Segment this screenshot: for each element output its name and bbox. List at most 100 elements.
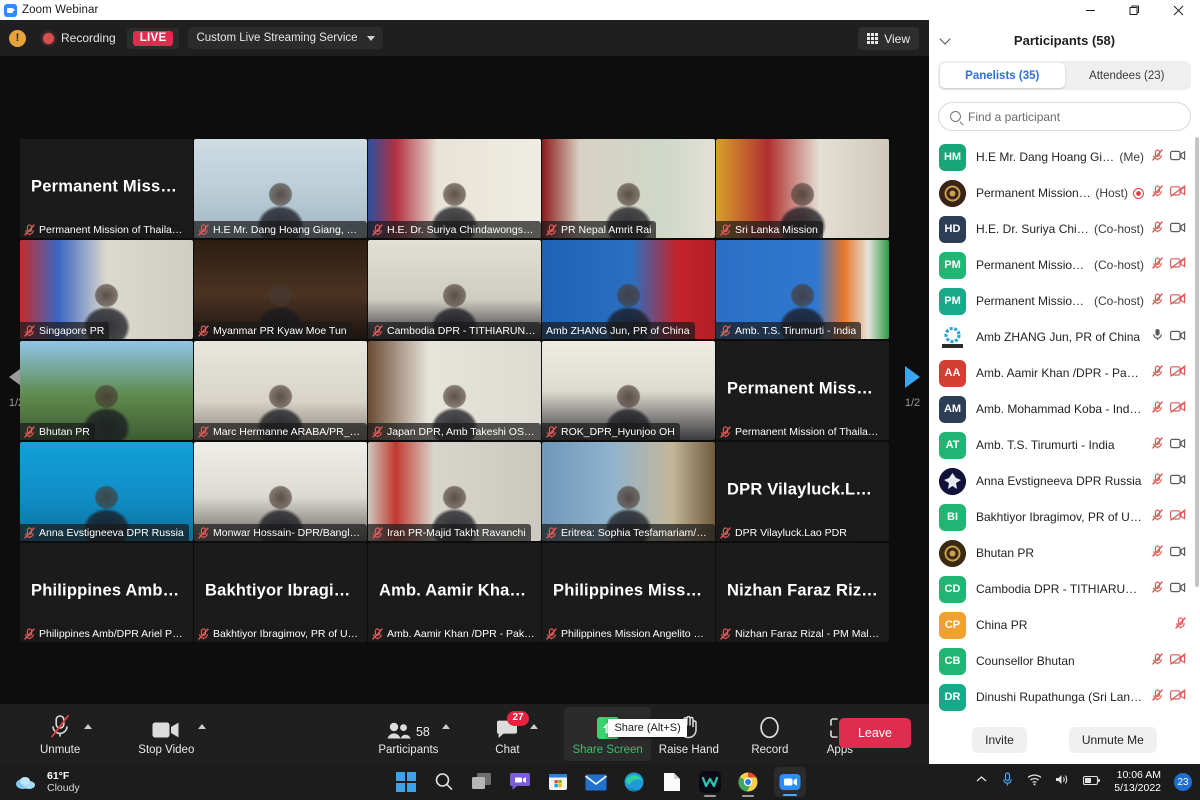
chat-button[interactable]: 27 Chat: [480, 704, 539, 764]
taskbar-chrome-icon[interactable]: [736, 770, 760, 797]
mic-muted-icon[interactable]: [1152, 544, 1163, 562]
video-on-icon[interactable]: [1170, 580, 1186, 598]
mic-on-icon[interactable]: [1152, 328, 1163, 346]
live-stream-service-dropdown[interactable]: Custom Live Streaming Service: [188, 27, 383, 49]
participant-row[interactable]: AA Amb. Aamir Khan /DPR - Pakist…: [929, 355, 1200, 391]
video-tile[interactable]: Japan DPR, Amb Takeshi OSU…: [368, 341, 541, 440]
mic-muted-icon[interactable]: [1152, 508, 1163, 526]
mic-muted-icon[interactable]: [1152, 472, 1163, 490]
video-tile[interactable]: PR Nepal Amrit Rai: [542, 139, 715, 238]
mic-muted-icon[interactable]: [1152, 580, 1163, 598]
video-tile[interactable]: Nizhan Faraz Riz… Nizhan Faraz Rizal - PM…: [716, 543, 889, 642]
participant-row[interactable]: HM H.E Mr. Dang Hoang Gian… (Me): [929, 139, 1200, 175]
taskbar-weather-widget[interactable]: 61°F Cloudy: [14, 770, 80, 794]
video-on-icon[interactable]: [1170, 148, 1186, 166]
chevron-up-icon[interactable]: [198, 724, 207, 729]
participant-row[interactable]: PM Permanent Mission o… (Co-host): [929, 283, 1200, 319]
close-button[interactable]: [1156, 0, 1200, 20]
video-off-icon[interactable]: [1170, 508, 1186, 526]
unmute-button[interactable]: Unmute: [32, 704, 93, 764]
mic-muted-icon[interactable]: [1152, 688, 1163, 706]
show-hidden-icons-icon[interactable]: [975, 773, 988, 791]
mic-muted-icon[interactable]: [1152, 436, 1163, 454]
participant-row[interactable]: CP China PR: [929, 607, 1200, 643]
invite-button[interactable]: Invite: [972, 726, 1027, 753]
taskbar-edge-icon[interactable]: [622, 770, 646, 794]
participant-row[interactable]: DR Dinushi Rupathunga (Sri Lanka): [929, 679, 1200, 715]
mic-muted-icon[interactable]: [1152, 220, 1163, 238]
video-tile[interactable]: Anna Evstigneeva DPR Russia: [20, 442, 193, 541]
video-on-icon[interactable]: [1170, 328, 1186, 346]
volume-icon[interactable]: [1055, 773, 1070, 791]
video-tile[interactable]: Permanent Miss… Permanent Mission of Thai…: [716, 341, 889, 440]
video-tile[interactable]: Myanmar PR Kyaw Moe Tun: [194, 240, 367, 339]
taskbar-start-button[interactable]: [394, 770, 418, 794]
video-tile[interactable]: Philippines Miss… Philippines Mission Ang…: [542, 543, 715, 642]
participant-list[interactable]: HM H.E Mr. Dang Hoang Gian… (Me) Permanent …: [929, 137, 1200, 715]
video-off-icon[interactable]: [1170, 184, 1186, 202]
taskbar-webex-icon[interactable]: [698, 770, 722, 797]
view-button[interactable]: View: [858, 27, 919, 50]
search-participant-input[interactable]: Find a participant: [938, 102, 1191, 131]
video-tile[interactable]: Marc Hermanne ARABA/PR_B…: [194, 341, 367, 440]
taskbar-search-icon[interactable]: [432, 770, 456, 794]
participants-button[interactable]: 58 Participants: [370, 704, 451, 764]
participant-row[interactable]: CB Counsellor Bhutan: [929, 643, 1200, 679]
stop-video-button[interactable]: Stop Video: [130, 704, 207, 764]
tab-panelists[interactable]: Panelists (35): [940, 63, 1065, 88]
video-tile[interactable]: Cambodia DPR - TITHIARUN …: [368, 240, 541, 339]
video-off-icon[interactable]: [1170, 688, 1186, 706]
mic-muted-icon[interactable]: [1152, 148, 1163, 166]
participant-row[interactable]: Anna Evstigneeva DPR Russia: [929, 463, 1200, 499]
video-tile[interactable]: Singapore PR: [20, 240, 193, 339]
video-on-icon[interactable]: [1170, 220, 1186, 238]
mic-muted-icon[interactable]: [1175, 616, 1186, 634]
maximize-restore-button[interactable]: [1112, 0, 1156, 20]
mic-muted-icon[interactable]: [1152, 400, 1163, 418]
chevron-up-icon[interactable]: [442, 724, 451, 729]
participant-row[interactable]: PM Permanent Mission o… (Co-host): [929, 247, 1200, 283]
taskbar-mail-icon[interactable]: [584, 770, 608, 794]
video-tile[interactable]: Bakhtiyor Ibragi… Bakhtiyor Ibragimov, PR…: [194, 543, 367, 642]
taskbar-clock[interactable]: 10:06 AM 5/13/2022: [1114, 769, 1161, 794]
participant-list-scrollbar[interactable]: [1195, 137, 1199, 587]
video-tile[interactable]: DPR Vilayluck.L… DPR Vilayluck.Lao PDR: [716, 442, 889, 541]
participant-row[interactable]: Permanent Mission … (Host): [929, 175, 1200, 211]
wifi-icon[interactable]: [1027, 773, 1042, 791]
video-on-icon[interactable]: [1170, 544, 1186, 562]
participant-row[interactable]: CD Cambodia DPR - TITHIARUN M…: [929, 571, 1200, 607]
recording-indicator[interactable]: Recording: [43, 31, 116, 45]
minimize-button[interactable]: [1068, 0, 1112, 20]
mic-muted-icon[interactable]: [1152, 292, 1163, 310]
video-tile[interactable]: Bhutan PR: [20, 341, 193, 440]
video-on-icon[interactable]: [1170, 436, 1186, 454]
video-tile[interactable]: Permanent Miss… Permanent Mission of Thai…: [20, 139, 193, 238]
video-tile[interactable]: Amb. T.S. Tirumurti - India: [716, 240, 889, 339]
video-off-icon[interactable]: [1170, 256, 1186, 274]
video-tile[interactable]: Iran PR-Majid Takht Ravanchi: [368, 442, 541, 541]
video-tile[interactable]: H.E Mr. Dang Hoang Giang, P…: [194, 139, 367, 238]
video-tile[interactable]: ROK_DPR_Hyunjoo OH: [542, 341, 715, 440]
video-tile[interactable]: Monwar Hossain- DPR/Bangla…: [194, 442, 367, 541]
video-off-icon[interactable]: [1170, 292, 1186, 310]
mic-muted-icon[interactable]: [1152, 652, 1163, 670]
participant-row[interactable]: BI Bakhtiyor Ibragimov, PR of Uzb…: [929, 499, 1200, 535]
video-tile[interactable]: Amb ZHANG Jun, PR of China: [542, 240, 715, 339]
encryption-shield-icon[interactable]: !: [9, 29, 26, 47]
video-tile[interactable]: Eritrea: Sophia Tesfamariam/PR: [542, 442, 715, 541]
leave-button[interactable]: Leave: [838, 718, 911, 748]
participant-row[interactable]: HD H.E. Dr. Suriya Chinda…(Co-host): [929, 211, 1200, 247]
microphone-icon[interactable]: [1001, 772, 1014, 792]
unmute-me-button[interactable]: Unmute Me: [1068, 726, 1157, 753]
taskbar-microsoft-store-icon[interactable]: [546, 770, 570, 794]
video-off-icon[interactable]: [1170, 400, 1186, 418]
mic-muted-icon[interactable]: [1152, 256, 1163, 274]
record-button[interactable]: Record: [743, 704, 797, 764]
video-tile[interactable]: Amb. Aamir Kha… Amb. Aamir Khan /DPR - Pa…: [368, 543, 541, 642]
battery-icon[interactable]: [1083, 773, 1101, 791]
video-off-icon[interactable]: [1170, 652, 1186, 670]
taskbar-task-view-icon[interactable]: [470, 770, 494, 794]
mic-muted-icon[interactable]: [1152, 364, 1163, 382]
participant-row[interactable]: Amb ZHANG Jun, PR of China: [929, 319, 1200, 355]
mic-muted-icon[interactable]: [1152, 184, 1163, 202]
